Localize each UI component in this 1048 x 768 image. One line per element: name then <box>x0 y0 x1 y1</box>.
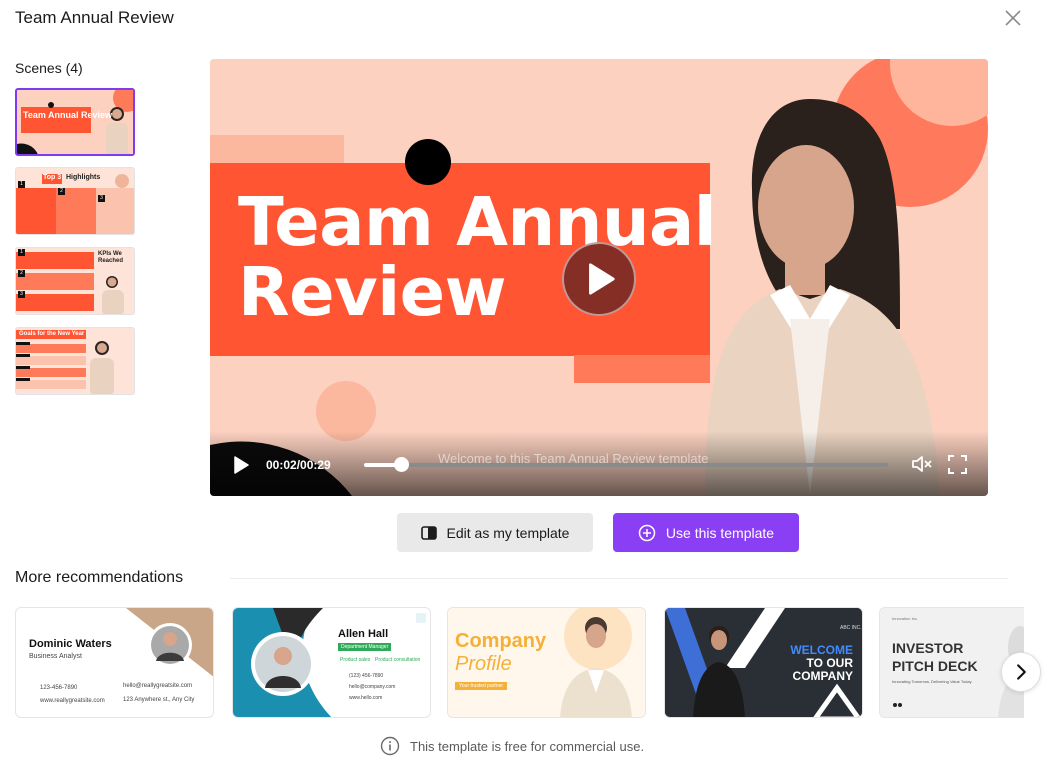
card-2-name: Allen Hall <box>338 628 389 640</box>
video-heading: Team Annual Review <box>238 183 717 331</box>
card-2-graphic <box>233 608 426 717</box>
scene-3-number-3: 3 <box>18 291 25 298</box>
use-button-label: Use this template <box>665 524 775 541</box>
use-template-button[interactable]: Use this template <box>613 513 799 552</box>
scene-thumbnail-2[interactable]: Top 3 Highlights 1 2 3 <box>15 167 135 235</box>
card-2-role: Department Manager <box>338 643 392 651</box>
scene-thumbnail-4[interactable]: Goals for the New Year <box>15 327 135 395</box>
scene-3-number-1: 1 <box>18 249 25 256</box>
section-divider <box>230 578 1008 579</box>
video-heading-line-1: Team Annual <box>238 183 717 261</box>
card-5-sub: Innovating Tomorrow, Delivering Value To… <box>892 679 972 684</box>
volume-muted-icon[interactable] <box>911 454 933 474</box>
scene-1-title: Team Annual Review <box>23 110 113 120</box>
scene-4-preview <box>16 328 134 394</box>
more-recommendations-label: More recommendations <box>15 569 184 586</box>
play-icon[interactable] <box>232 456 250 474</box>
scene-2-number-1: 1 <box>18 181 25 188</box>
card-1-phone: 123-456-7890 <box>40 685 78 691</box>
card-2-web: www.hello.com <box>349 695 383 701</box>
card-1-address: 123 Anywhere st., Any City <box>123 697 195 703</box>
play-overlay-icon[interactable] <box>562 242 636 316</box>
card-4-line-3: COMPANY <box>792 669 853 683</box>
card-5-line-1: INVESTOR <box>892 640 964 656</box>
info-icon <box>380 736 400 756</box>
scene-3-number-2: 2 <box>18 270 25 277</box>
card-5-line-2: PITCH DECK <box>892 658 978 674</box>
close-icon[interactable] <box>1003 8 1023 28</box>
license-note: This template is free for commercial use… <box>380 736 644 756</box>
scene-2-title-b: Highlights <box>66 174 101 181</box>
recommendation-card-4[interactable]: ABC INC. WELCOME TO OUR COMPANY <box>664 607 863 718</box>
video-player[interactable]: Team Annual Review Welcome to this Team … <box>210 59 988 496</box>
recommendation-card-3[interactable]: Company Profile Your trusted partner <box>447 607 646 718</box>
scene-thumbnail-3[interactable]: KPIs We Reached 1 2 3 <box>15 247 135 315</box>
video-heading-line-2: Review <box>238 253 507 331</box>
scenes-label: Scenes (4) <box>15 60 83 76</box>
progress-thumb[interactable] <box>393 457 409 472</box>
card-1-name: Dominic Waters <box>29 638 112 650</box>
edit-button-label: Edit as my template <box>446 524 570 541</box>
card-2-tag-2: Product consultation <box>375 657 421 663</box>
scene-4-title: Goals for the New Year <box>19 331 85 337</box>
template-icon <box>420 525 437 540</box>
scene-1-preview <box>17 90 133 154</box>
card-1-web: www.reallygreatsite.com <box>40 698 105 704</box>
scene-2-number-2: 2 <box>58 188 65 195</box>
recommendation-card-2[interactable]: Allen Hall Department Manager Product sa… <box>232 607 431 718</box>
scene-2-title-a: Top 3 <box>43 174 62 181</box>
scene-2-number-3: 3 <box>98 195 105 202</box>
card-4-company: ABC INC. <box>840 625 862 631</box>
card-3-line-1: Company <box>455 630 547 652</box>
scene-3-title: KPIs We Reached <box>98 251 124 264</box>
dialog-title: Team Annual Review <box>15 8 174 27</box>
progress-track[interactable] <box>364 463 888 467</box>
fullscreen-icon[interactable] <box>948 455 967 474</box>
card-2-tag-1: Product sales <box>340 657 371 663</box>
card-3-tagline: Your trusted partner <box>455 682 508 690</box>
scene-thumbnail-1[interactable]: Team Annual Review <box>15 88 135 156</box>
card-5-brand: Innovation Inc. <box>892 616 919 621</box>
card-1-email: hello@reallygreatsite.com <box>123 683 193 689</box>
card-2-email: hello@company.com <box>349 684 396 690</box>
card-1-role: Business Analyst <box>29 653 82 660</box>
recommendation-card-1[interactable]: Dominic Waters Business Analyst 123-456-… <box>15 607 214 718</box>
card-2-phone: (123) 456-7890 <box>349 673 384 679</box>
license-note-text: This template is free for commercial use… <box>410 738 645 754</box>
edit-as-template-button[interactable]: Edit as my template <box>397 513 593 552</box>
plus-circle-icon <box>638 524 656 541</box>
card-3-line-2: Profile <box>455 653 512 675</box>
video-time: 00:02/00:29 <box>266 458 331 472</box>
chevron-right-icon[interactable] <box>1001 652 1041 692</box>
